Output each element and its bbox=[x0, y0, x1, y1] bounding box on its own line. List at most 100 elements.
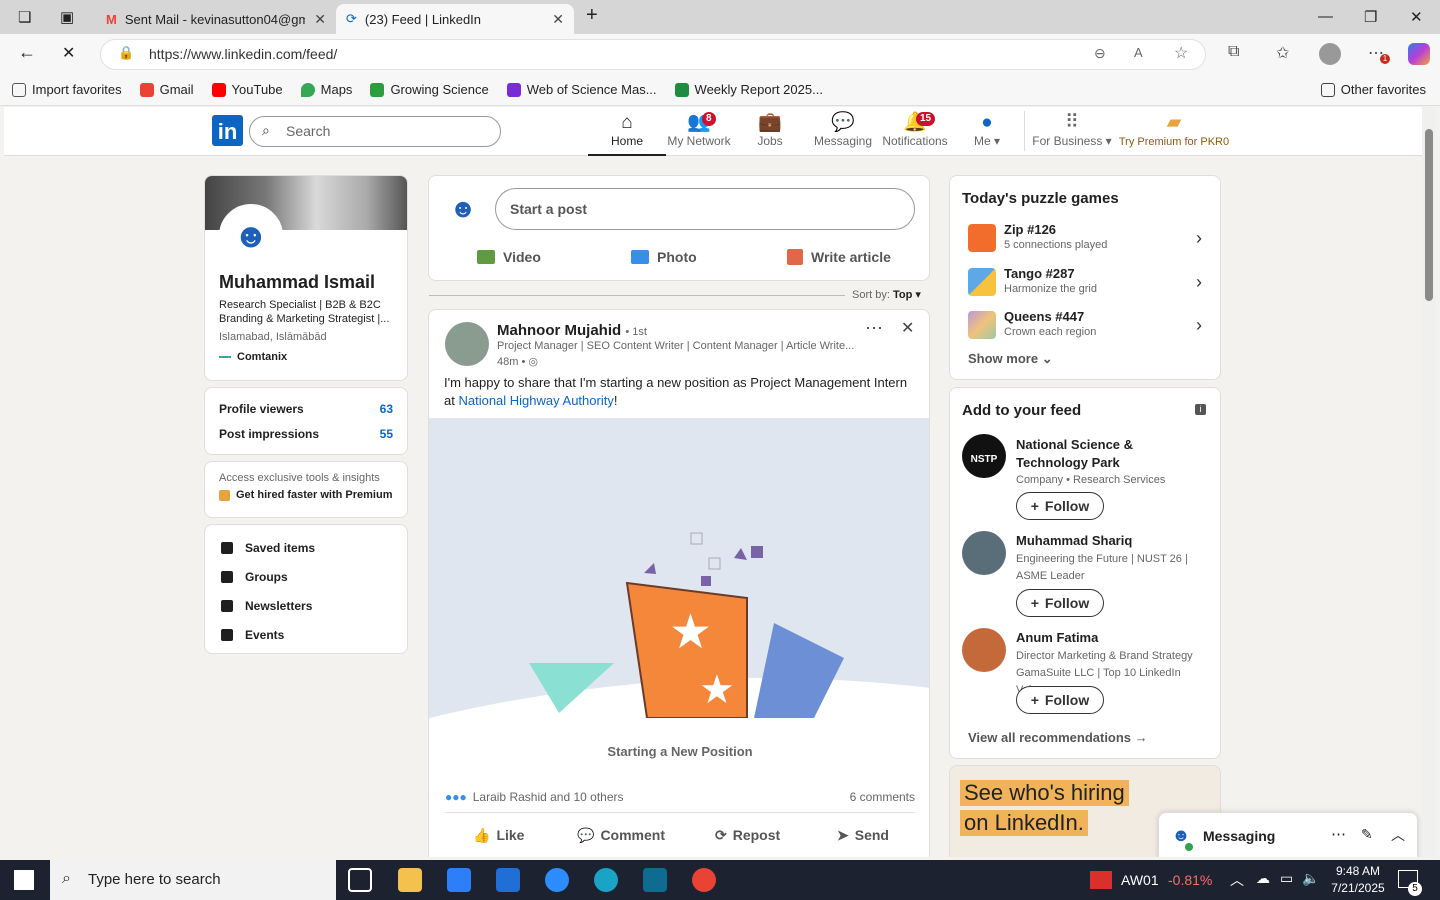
events-link[interactable]: Events bbox=[221, 620, 391, 649]
nav-messaging[interactable]: 💬 Messaging bbox=[804, 112, 882, 148]
nav-premium[interactable]: ▰ Try Premium for PKR0 bbox=[1116, 112, 1232, 148]
bookmark-youtube[interactable]: YouTube bbox=[211, 82, 283, 97]
profile-name[interactable]: Muhammad Ismail bbox=[219, 272, 375, 293]
rec-avatar[interactable] bbox=[962, 531, 1006, 575]
rec-name[interactable]: Anum Fatima bbox=[1016, 630, 1098, 645]
newsletters-link[interactable]: Newsletters bbox=[221, 591, 391, 620]
read-aloud-icon[interactable]: A bbox=[1134, 45, 1143, 60]
maximize-icon[interactable]: ❐ bbox=[1364, 8, 1377, 26]
start-post-input[interactable]: Start a post bbox=[495, 188, 915, 230]
bookmark-maps[interactable]: Maps bbox=[300, 82, 352, 97]
rec-avatar[interactable] bbox=[962, 628, 1006, 672]
volume-icon[interactable]: 🔈 bbox=[1302, 870, 1319, 887]
rec-name[interactable]: Muhammad Shariq bbox=[1016, 533, 1132, 548]
post-company-link[interactable]: National Highway Authority bbox=[458, 393, 613, 408]
profile-company[interactable]: Comtanix bbox=[219, 351, 287, 363]
puzzle-tango[interactable]: Tango #287 Harmonize the grid › bbox=[960, 266, 1208, 306]
author-avatar[interactable] bbox=[445, 322, 489, 366]
favorites-icon[interactable]: ✩ bbox=[1276, 43, 1289, 63]
extensions-icon[interactable]: ⧉ bbox=[1228, 43, 1239, 61]
follow-button[interactable]: + Follow bbox=[1016, 589, 1104, 617]
linkedin-logo[interactable]: in bbox=[212, 115, 243, 146]
send-button[interactable]: ➤ Send bbox=[837, 820, 889, 850]
tab-gmail[interactable]: M Sent Mail - kevinasutton04@gmail ✕ bbox=[96, 4, 336, 34]
profile-avatar-icon[interactable] bbox=[1319, 43, 1341, 65]
sort-dropdown[interactable]: Sort by: Top ▾ bbox=[852, 288, 921, 301]
edge-icon[interactable] bbox=[594, 868, 618, 892]
follow-button[interactable]: + Follow bbox=[1016, 492, 1104, 520]
compose-icon[interactable]: ✎ bbox=[1361, 826, 1373, 843]
page-scrollbar[interactable] bbox=[1422, 107, 1436, 857]
photo-button[interactable]: Photo bbox=[631, 242, 697, 272]
more-options-icon[interactable]: ⋯ bbox=[1331, 825, 1346, 843]
nav-for-business[interactable]: ⠿ For Business ▾ bbox=[1032, 112, 1112, 148]
nav-my-network[interactable]: 👥 My Network 8 bbox=[660, 112, 738, 148]
post-illustration[interactable]: ★ ★ bbox=[429, 418, 929, 719]
store-icon[interactable] bbox=[447, 868, 471, 892]
workspaces-icon[interactable]: ❏ bbox=[18, 8, 31, 26]
view-all-recommendations[interactable]: View all recommendations → bbox=[968, 730, 1148, 745]
zoom-icon[interactable]: ⊖ bbox=[1094, 45, 1106, 62]
post-reactions[interactable]: ●●● Laraib Rashid and 10 others bbox=[445, 790, 624, 804]
nav-me[interactable]: ● Me ▾ bbox=[948, 112, 1026, 148]
taskbar-search[interactable]: Type here to search bbox=[50, 860, 336, 900]
chrome-icon[interactable] bbox=[692, 868, 716, 892]
follow-button[interactable]: + Follow bbox=[1016, 686, 1104, 714]
bookmark-import-favorites[interactable]: Import favorites bbox=[12, 82, 122, 97]
write-article-button[interactable]: Write article bbox=[787, 242, 891, 272]
site-info-icon[interactable]: 🔒 bbox=[118, 45, 134, 61]
chevron-up-icon[interactable]: ︿ bbox=[1391, 825, 1405, 845]
post-dismiss-icon[interactable]: ✕ bbox=[901, 318, 914, 338]
rec-name[interactable]: National Science & Technology Park bbox=[1016, 436, 1206, 472]
premium-cta[interactable]: Get hired faster with Premium bbox=[219, 489, 393, 501]
file-explorer-icon[interactable] bbox=[398, 868, 422, 892]
bookmark-gmail[interactable]: Gmail bbox=[139, 82, 194, 97]
puzzle-queens[interactable]: Queens #447 Crown each region › bbox=[960, 309, 1208, 349]
close-tab-icon[interactable]: ✕ bbox=[314, 11, 326, 28]
post-author[interactable]: Mahnoor Mujahid • 1st bbox=[497, 322, 647, 339]
messaging-overlay[interactable]: ☻ Messaging ⋯ ✎ ︿ bbox=[1158, 812, 1418, 857]
tray-chevron-icon[interactable]: ︿ bbox=[1230, 870, 1244, 890]
close-tab-icon[interactable]: ✕ bbox=[552, 11, 564, 28]
video-button[interactable]: Video bbox=[477, 242, 541, 272]
stat-post-impressions[interactable]: Post impressions 55 bbox=[219, 427, 393, 441]
nav-notifications[interactable]: 🔔 Notifications 15 bbox=[876, 112, 954, 148]
scrollbar-thumb[interactable] bbox=[1425, 129, 1433, 301]
show-more-button[interactable]: Show more ⌄ bbox=[968, 351, 1053, 367]
bookmark-other-favorites[interactable]: Other favorites bbox=[1320, 82, 1426, 97]
post-more-icon[interactable]: ⋯ bbox=[865, 318, 883, 339]
stop-loading-icon[interactable]: ✕ bbox=[62, 43, 75, 63]
bookmark-growing-science[interactable]: Growing Science bbox=[370, 82, 489, 97]
favorite-star-icon[interactable]: ☆ bbox=[1174, 43, 1188, 63]
stock-name[interactable]: AW01 bbox=[1121, 872, 1159, 888]
comment-button[interactable]: 💬 Comment bbox=[577, 820, 665, 850]
groups-link[interactable]: Groups bbox=[221, 562, 391, 591]
stat-profile-viewers[interactable]: Profile viewers 63 bbox=[219, 402, 393, 416]
premium-card[interactable]: Access exclusive tools & insights Get hi… bbox=[204, 461, 408, 518]
repost-button[interactable]: ⟳ Repost bbox=[715, 820, 780, 850]
minimize-icon[interactable]: — bbox=[1318, 8, 1333, 25]
url-field[interactable]: https://www.linkedin.com/feed/ bbox=[100, 39, 1206, 70]
nav-home[interactable]: ⌂ Home bbox=[588, 112, 666, 156]
nstp-logo[interactable]: NSTP bbox=[962, 434, 1006, 478]
onedrive-icon[interactable]: ☁ bbox=[1256, 870, 1270, 887]
zoom-app-icon[interactable] bbox=[545, 868, 569, 892]
search-input[interactable]: Search bbox=[249, 116, 501, 147]
task-view-icon[interactable] bbox=[348, 868, 372, 892]
tab-actions-icon[interactable]: ▣ bbox=[60, 8, 74, 26]
clock[interactable]: 9:48 AM 7/21/2025 bbox=[1330, 864, 1386, 895]
back-icon[interactable]: ← bbox=[18, 42, 36, 63]
info-icon[interactable]: i bbox=[1195, 404, 1206, 415]
post-comments-count[interactable]: 6 comments bbox=[850, 790, 915, 804]
tab-linkedin[interactable]: ⟳ (23) Feed | LinkedIn ✕ bbox=[336, 4, 574, 34]
bookmark-weekly-report[interactable]: Weekly Report 2025... bbox=[674, 82, 823, 97]
windows-start-icon[interactable] bbox=[14, 870, 34, 890]
bookmark-web-of-science[interactable]: Web of Science Mas... bbox=[506, 82, 657, 97]
saved-items-link[interactable]: Saved items bbox=[221, 533, 391, 562]
window-close-icon[interactable]: ✕ bbox=[1410, 8, 1423, 26]
app-icon[interactable] bbox=[643, 868, 667, 892]
stock-change[interactable]: -0.81% bbox=[1168, 872, 1212, 888]
profile-avatar[interactable]: ☻ bbox=[219, 204, 283, 268]
copilot-icon[interactable] bbox=[1408, 43, 1430, 65]
nav-jobs[interactable]: 💼 Jobs bbox=[731, 112, 809, 148]
